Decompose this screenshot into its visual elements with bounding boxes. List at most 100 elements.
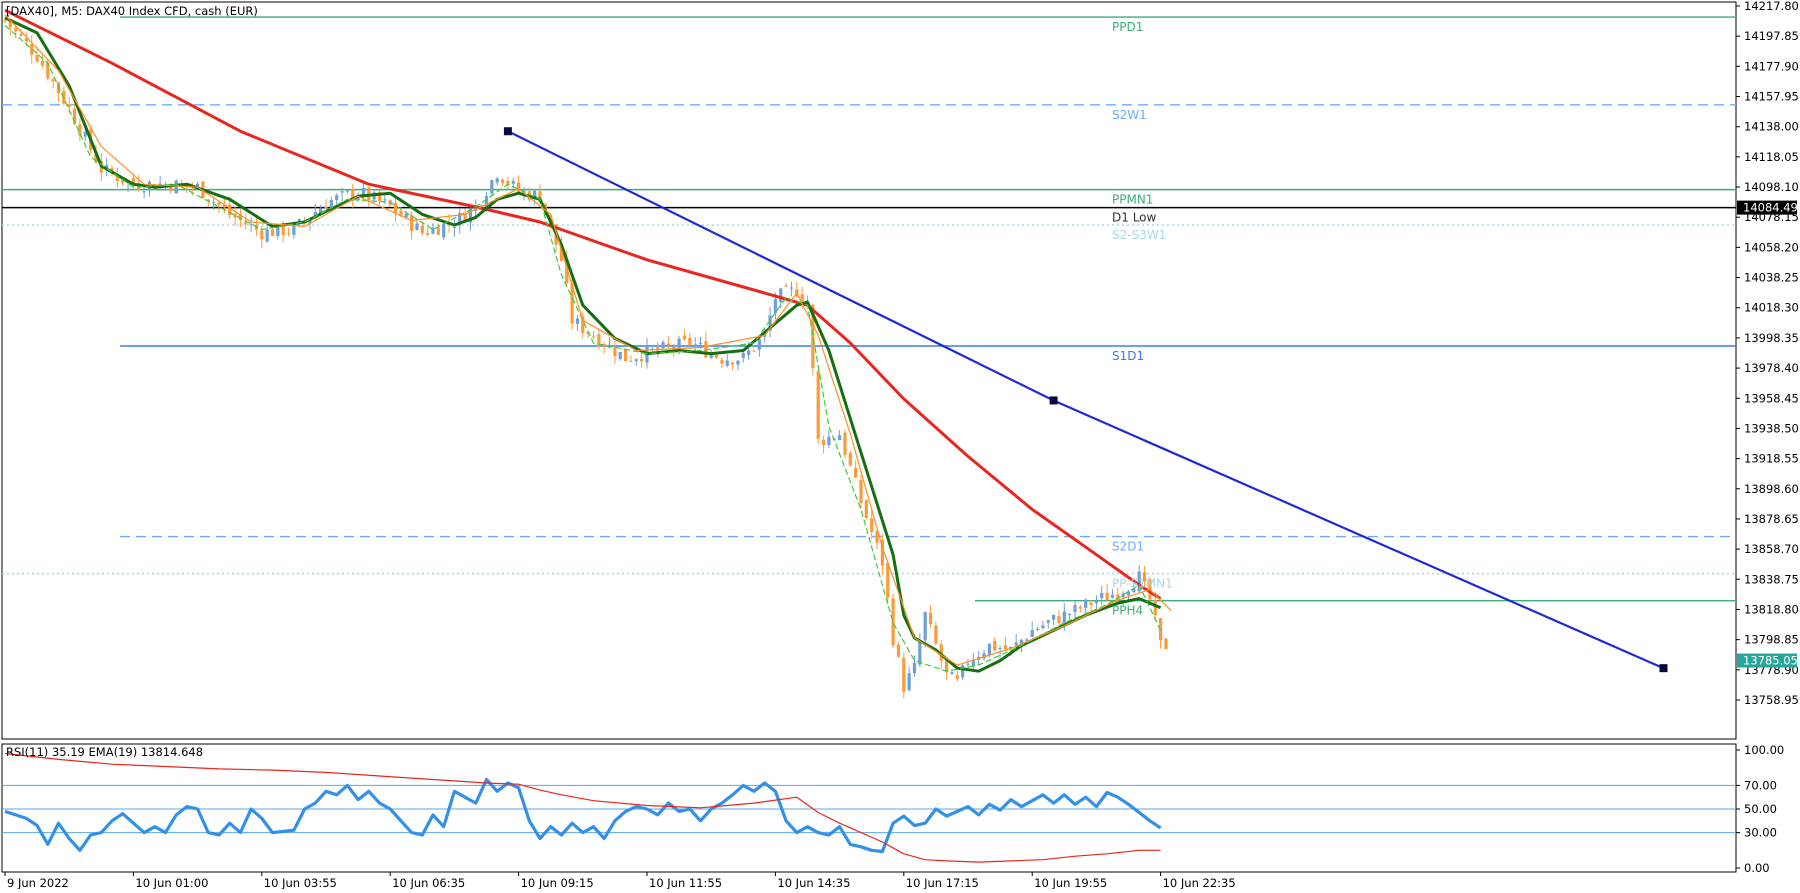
level-label-s2-s3w1: S2-S3W1 [1112,228,1166,242]
candle-body [864,500,868,518]
candle-body [934,625,938,644]
price-tick-label: 14118.05 [1744,150,1799,164]
candle-body [1046,620,1050,623]
time-tick-label: 10 Jun 14:35 [777,876,850,889]
candle-body [731,362,735,365]
candle-body [688,338,692,346]
candle-body [870,518,874,532]
candle-body [393,202,398,213]
time-tick-label: 10 Jun 09:15 [521,876,594,889]
candle [1164,637,1168,650]
candle-body [923,612,927,641]
candle-body [426,232,430,235]
candle-body [993,640,997,651]
candle-body [720,359,724,364]
time-tick-label: 10 Jun 22:35 [1163,876,1236,889]
candle-body [961,665,965,678]
trend-anchor-handle[interactable] [1049,396,1058,405]
candle-body [575,318,580,324]
candle-body [838,435,842,441]
price-tick-label: 14197.85 [1744,29,1799,43]
candle-body [174,180,178,194]
level-label-ppd1: PPD1 [1112,20,1143,34]
time-tick-label: 10 Jun 01:00 [135,876,208,889]
candle-body [415,223,419,231]
candle-body [40,61,45,66]
candle-body [420,225,424,234]
candle-body [484,196,489,207]
time-tick-label: 10 Jun 11:55 [649,876,722,889]
candle-body [324,206,328,208]
price-tick-label: 13798.85 [1744,633,1799,647]
chart-title: [DAX40], M5: DAX40 Index CFD, cash (EUR) [6,4,258,18]
candle-body [955,675,959,679]
price-tick-label: 13838.75 [1744,572,1799,586]
candle-body [265,229,269,242]
candle-body [490,180,494,194]
candle-body [1100,592,1104,599]
price-tick-label: 13958.45 [1744,391,1799,405]
candle-body [725,360,729,366]
price-tick-label: 14018.30 [1744,301,1799,315]
candle-body [3,20,7,22]
price-tick-label: 14058.20 [1744,240,1799,254]
chart-window[interactable]: PPD1 S2W1 PPMN1 D1 Low S2-S3W1 S1D1 S2D1 PP-S1M… [0,0,1800,890]
level-label-s2w1: S2W1 [1112,108,1147,122]
candle-body [51,79,55,82]
candle-body [500,179,505,183]
candle-body [142,191,146,193]
candle-body [784,285,788,287]
candle-body [1035,628,1040,630]
candle-body [773,299,777,314]
candle-body [249,224,253,226]
candle-body [827,436,831,446]
candle-body [661,342,665,349]
chart-canvas[interactable]: PPD1 S2W1 PPMN1 D1 Low S2-S3W1 S1D1 S2D1 PP-S1M… [0,0,1800,890]
candle-body [891,598,895,646]
candle-body [896,644,901,657]
candle-body [747,350,751,356]
candle-body [1003,645,1008,650]
candle-body [1057,616,1061,623]
time-tick-label: 9 Jun 2022 [7,876,69,889]
candle-body [442,223,446,238]
candle-body [244,222,248,225]
candle-body [345,190,349,192]
candle-body [736,360,740,365]
candle-body [918,640,922,665]
price-tick-label: 13758.95 [1744,693,1799,707]
rsi-title: RSI(11) 35.19 EMA(19) 13814.648 [6,745,203,759]
candle-body [1030,630,1034,638]
candle-body [821,439,826,446]
candle-body [1105,592,1109,601]
candle-body [1041,625,1045,629]
candle-body [361,187,366,195]
candle-body [1110,595,1115,598]
candle-body [383,199,387,201]
trend-anchor-handle[interactable] [503,127,512,136]
level-label-s2d1: S2D1 [1112,540,1144,554]
time-tick-label: 10 Jun 17:15 [906,876,979,889]
rsi-tick-label: 100.00 [1744,743,1784,757]
candle-body [629,360,633,362]
candle-body [998,648,1002,650]
trend-anchor-handle[interactable] [1659,664,1668,673]
candle-body [1153,599,1157,616]
candle-body [1078,606,1082,609]
candle [848,450,852,467]
candle-body [907,673,911,691]
candle-body [618,351,622,360]
candle-body [35,55,39,62]
rsi-tick-label: 0.00 [1744,861,1770,875]
candle-body [928,612,933,624]
candle-body [613,347,617,357]
time-tick-label: 10 Jun 06:35 [392,876,465,889]
candle-body [848,452,852,466]
candle-body [714,355,719,358]
rsi-tick-label: 70.00 [1744,778,1777,792]
candle [624,348,628,362]
candle [816,369,820,445]
candle-body [1073,605,1077,613]
candle-body [966,663,970,665]
price-tag-label: 14084.49 [1743,201,1798,215]
